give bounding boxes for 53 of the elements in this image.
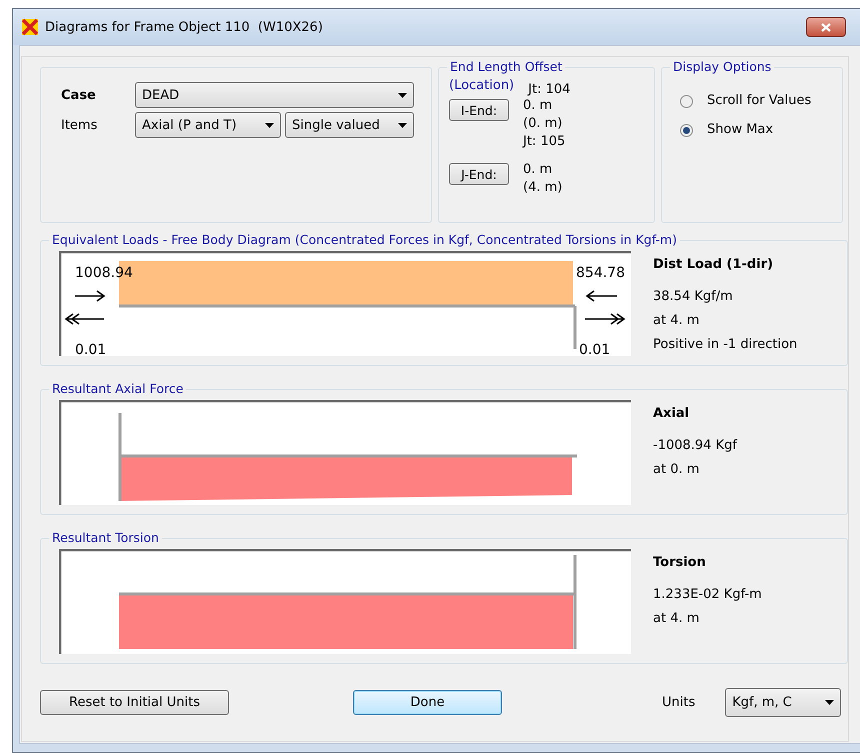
torsion-value: 0.01	[75, 342, 106, 356]
info-text: 1.233E-02 Kgf-m	[653, 586, 762, 604]
case-dropdown[interactable]: DEAD	[135, 82, 414, 108]
items-label: Items	[61, 118, 98, 132]
right-arrow-icon	[74, 290, 106, 302]
joint-label: Jt: 104	[528, 81, 570, 99]
group-title: End Length Offset	[447, 59, 566, 74]
group-subtitle: (Location)	[449, 77, 514, 95]
radio-button[interactable]	[680, 94, 693, 108]
info-text: Positive in -1 direction	[653, 336, 798, 354]
caret-icon	[265, 122, 274, 128]
end-button[interactable]: J-End:	[449, 163, 509, 185]
panel-title: Equivalent Loads - Free Body Diagram (Concentrated Forces in Kgf, Concentrated Torsions in Kgf-m)	[49, 232, 680, 247]
offset-value: 0. m	[523, 161, 554, 179]
done-button[interactable]: Done	[353, 690, 502, 715]
info-text: at 4. m	[653, 312, 700, 330]
app-logo-icon	[21, 18, 39, 36]
double-right-arrow-icon	[584, 313, 626, 325]
info-text: 38.54 Kgf/m	[653, 288, 734, 306]
info-title: Dist Load (1-dir)	[653, 256, 774, 274]
option-label: Show Max	[707, 121, 774, 139]
info-title: Torsion	[653, 554, 707, 572]
window-title: Diagrams for Frame Object 110 (W10X26)	[45, 20, 324, 34]
location-value: (0. m)	[523, 115, 564, 133]
caret-icon	[825, 700, 834, 705]
double-left-arrow-icon	[64, 313, 105, 325]
location-value: (4. m)	[523, 179, 562, 197]
info-title: Axial	[653, 405, 690, 423]
option-label: Scroll for Values	[707, 92, 812, 110]
reset-units-button[interactable]: Reset to Initial Units	[40, 690, 229, 715]
torsion-value: 0.01	[579, 342, 610, 356]
group-title: Display Options	[670, 59, 774, 74]
info-text: -1008.94 Kgf	[653, 437, 737, 455]
radio-button[interactable]	[680, 124, 693, 136]
units-label: Units	[662, 694, 696, 712]
component-dropdown[interactable]: Axial (P and T)	[135, 112, 281, 138]
close-icon	[821, 22, 831, 32]
panel-title: Resultant Axial Force	[49, 381, 186, 396]
panel-title: Resultant Torsion	[49, 530, 162, 545]
left-arrow-icon	[586, 290, 618, 302]
case-label: Case	[61, 88, 97, 102]
caret-icon	[398, 92, 407, 98]
joint-label: Jt: 105	[523, 133, 566, 151]
end-button[interactable]: I-End:	[449, 99, 509, 121]
info-text: at 4. m	[653, 610, 700, 628]
info-text: at 0. m	[653, 461, 700, 479]
offset-value: 0. m	[523, 97, 554, 115]
force-value: 854.78	[576, 265, 625, 281]
close-button[interactable]	[806, 17, 846, 37]
units-dropdown[interactable]: Kgf, m, C	[725, 688, 842, 717]
caret-icon	[398, 122, 407, 128]
force-value: 1008.94	[75, 265, 133, 281]
mode-dropdown[interactable]: Single valued	[285, 112, 414, 138]
